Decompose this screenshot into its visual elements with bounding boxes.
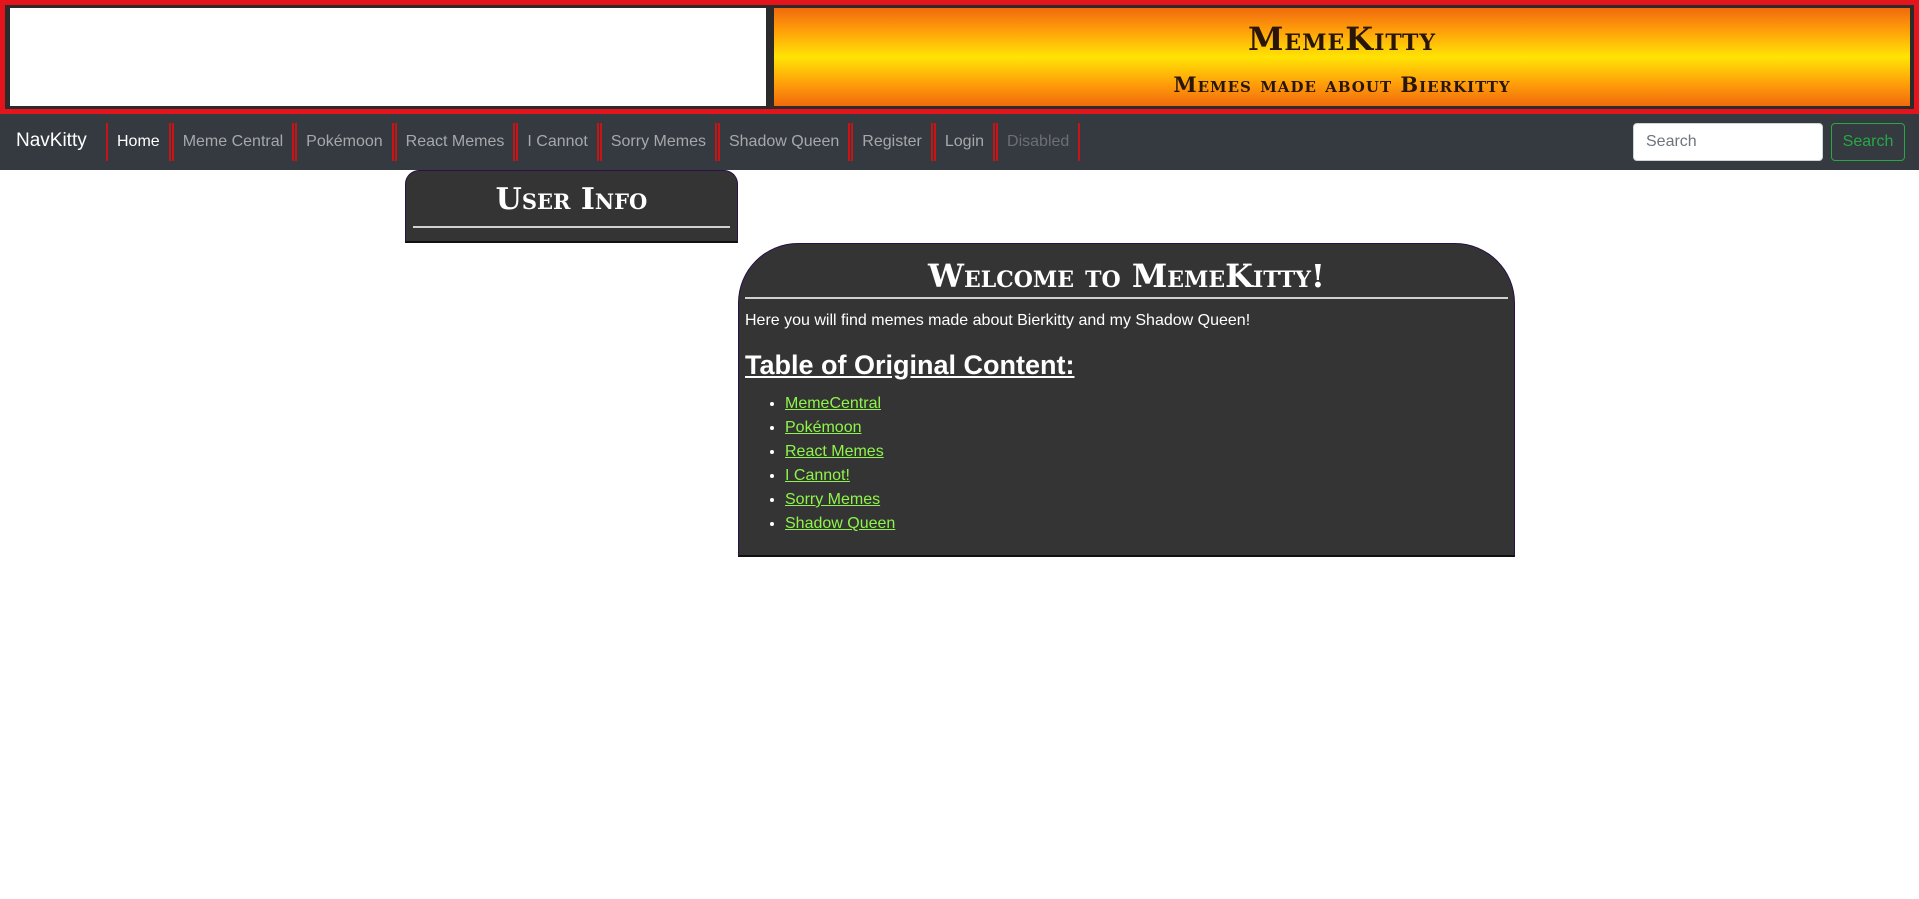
toc-link-sorry-memes[interactable]: Sorry Memes [785,491,880,508]
welcome-divider [745,297,1508,299]
toc-link-pokemoon[interactable]: Pokémoon [785,419,862,436]
welcome-title: Welcome to MemeKitty! [928,257,1325,295]
nav-item-i-cannot[interactable]: I Cannot [516,123,599,161]
nav-item-home[interactable]: Home [106,123,171,161]
site-subtitle: Memes made about Bierkitty [1173,72,1511,97]
nav-item-register[interactable]: Register [851,123,933,161]
site-title: MemeKitty [1247,20,1437,58]
welcome-panel: Welcome to MemeKitty! Here you will find… [738,243,1515,557]
navbar-brand[interactable]: NavKitty [16,130,87,152]
toc-heading: Table of Original Content: [745,350,1075,380]
header-banner: MemeKitty Memes made about Bierkitty [774,8,1910,106]
toc-link-react-memes[interactable]: React Memes [785,443,884,460]
list-item: I Cannot! [785,464,895,488]
user-info-title: User Info [495,182,648,217]
list-item: Pokémoon [785,416,895,440]
welcome-intro-text: Here you will find memes made about Bier… [745,312,1251,329]
user-info-divider [413,226,730,228]
navbar: NavKitty Home Meme Central Pokémoon Reac… [0,114,1919,170]
nav-links: Home Meme Central Pokémoon React Memes I… [106,123,1081,161]
toc-link-shadow-queen[interactable]: Shadow Queen [785,515,895,532]
toc-link-memecentral[interactable]: MemeCentral [785,395,881,412]
toc-list: MemeCentral Pokémoon React Memes I Canno… [785,392,895,536]
list-item: Shadow Queen [785,512,895,536]
nav-item-shadow-queen[interactable]: Shadow Queen [717,123,851,161]
nav-item-pokemoon[interactable]: Pokémoon [295,123,394,161]
search-input[interactable] [1633,123,1823,161]
nav-item-disabled: Disabled [996,123,1081,161]
header-blank-area [10,8,766,106]
list-item: MemeCentral [785,392,895,416]
nav-item-login[interactable]: Login [933,123,996,161]
nav-item-react-memes[interactable]: React Memes [394,123,516,161]
toc-link-i-cannot[interactable]: I Cannot! [785,467,850,484]
nav-item-meme-central[interactable]: Meme Central [171,123,295,161]
list-item: React Memes [785,440,895,464]
site-header: MemeKitty Memes made about Bierkitty [0,0,1919,114]
search-button[interactable]: Search [1831,123,1905,161]
user-info-panel: User Info [405,170,738,243]
nav-item-sorry-memes[interactable]: Sorry Memes [599,123,717,161]
list-item: Sorry Memes [785,488,895,512]
